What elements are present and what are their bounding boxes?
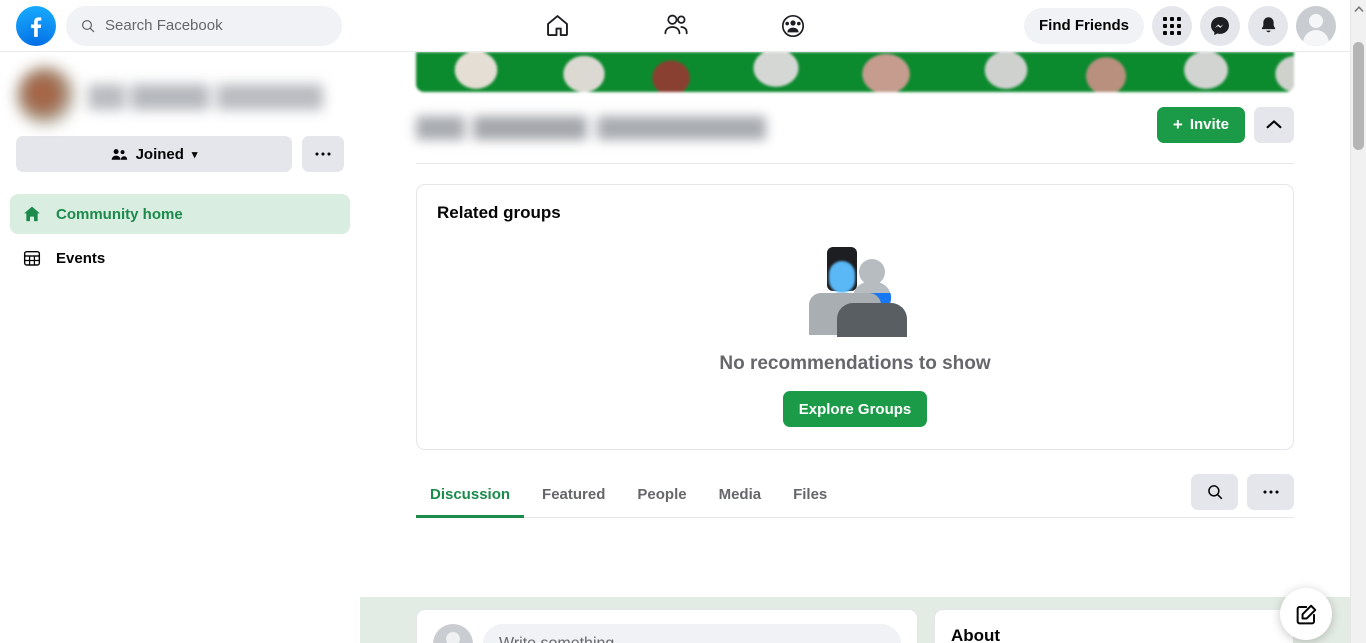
more-options-icon: [1262, 489, 1279, 494]
tab-list: Discussion Featured People Media Files: [416, 472, 841, 518]
membership-actions: Joined ▾: [10, 134, 350, 172]
post-composer-card: Write something...: [416, 609, 918, 643]
bell-icon: [1261, 17, 1275, 33]
group-avatar[interactable]: [16, 66, 76, 126]
search-input[interactable]: Search Facebook: [66, 5, 342, 46]
search-icon: [1207, 484, 1222, 499]
joined-dropdown-button[interactable]: Joined ▾: [16, 136, 292, 172]
chevron-down-icon: ▾: [191, 148, 198, 161]
scroll-up-arrow[interactable]: [1354, 4, 1364, 14]
friends-icon: [663, 14, 688, 35]
tab-media[interactable]: Media: [705, 472, 776, 518]
invite-label: Invite: [1189, 116, 1229, 133]
group-members-icon: [111, 148, 127, 160]
group-search-button[interactable]: [1191, 473, 1238, 510]
invite-button[interactable]: + Invite: [1156, 106, 1245, 143]
notifications-button[interactable]: [1248, 5, 1288, 46]
compose-icon: [1296, 604, 1316, 624]
groups-icon: [781, 14, 805, 37]
group-tab-more-button[interactable]: [1247, 473, 1294, 510]
sidebar-item-community-home[interactable]: Community home: [10, 194, 350, 234]
group-feed-area: Write something... About This is a group…: [360, 597, 1350, 643]
messenger-button[interactable]: [1200, 5, 1240, 46]
more-options-icon: [315, 152, 331, 156]
feed-columns: Write something... About This is a group…: [360, 609, 1350, 643]
empty-state-text: No recommendations to show: [719, 353, 991, 374]
about-title: About: [951, 626, 1001, 643]
composer-row: Write something...: [433, 624, 901, 643]
sidebar-item-events[interactable]: Events: [10, 238, 350, 278]
search-icon: [81, 19, 95, 32]
nav-home[interactable]: [531, 5, 583, 47]
group-main-content: + Invite Related groups No recommendatio…: [360, 52, 1350, 643]
group-title-row: + Invite: [416, 92, 1294, 164]
two-people-illustration: [807, 245, 907, 337]
sidebar-item-label: Events: [56, 249, 106, 267]
group-sidebar: Joined ▾ Community home Events: [0, 52, 360, 643]
home-icon: [546, 15, 568, 37]
group-more-options-button[interactable]: [302, 136, 344, 172]
header-right-actions: Find Friends: [1024, 5, 1336, 46]
tab-files[interactable]: Files: [779, 472, 841, 518]
plus-icon: +: [1172, 114, 1183, 134]
related-groups-empty-state: No recommendations to show Explore Group…: [437, 223, 1273, 427]
tab-bar-actions: [1191, 473, 1294, 516]
group-title-redacted: [416, 115, 766, 140]
about-card: About This is a group where coin collect…: [934, 609, 1294, 643]
top-navigation-bar: Search Facebook Find Friends: [0, 0, 1350, 52]
grid-menu-icon: [1163, 16, 1181, 35]
sidebar-item-label: Community home: [56, 205, 183, 223]
menu-button[interactable]: [1152, 5, 1192, 46]
nav-groups[interactable]: [767, 5, 819, 47]
explore-groups-button[interactable]: Explore Groups: [782, 391, 928, 427]
nav-friends[interactable]: [649, 5, 701, 47]
facebook-logo[interactable]: [16, 5, 56, 46]
group-cover-photo[interactable]: [416, 52, 1294, 92]
sidebar-nav: Community home Events: [10, 194, 350, 278]
search-placeholder: Search Facebook: [105, 17, 223, 34]
account-avatar[interactable]: [1296, 5, 1336, 46]
related-groups-title: Related groups: [437, 203, 561, 222]
home-icon: [24, 206, 40, 222]
collapse-header-button[interactable]: [1254, 106, 1294, 143]
sidebar-group-header: [10, 52, 350, 134]
floating-compose-button[interactable]: [1280, 588, 1332, 640]
find-friends-button[interactable]: Find Friends: [1024, 7, 1144, 44]
calendar-icon: [23, 250, 41, 266]
tab-featured[interactable]: Featured: [528, 472, 619, 518]
group-title-actions: + Invite: [1156, 106, 1294, 143]
tab-people[interactable]: People: [623, 472, 700, 518]
page-scrollbar[interactable]: [1350, 0, 1366, 643]
messenger-icon: [1211, 16, 1229, 35]
joined-label: Joined: [135, 145, 184, 163]
related-groups-card: Related groups No recommendations to sho…: [416, 184, 1294, 450]
group-tab-bar: Discussion Featured People Media Files: [416, 472, 1294, 518]
scrollbar-thumb[interactable]: [1353, 42, 1364, 150]
user-avatar[interactable]: [433, 624, 473, 643]
chevron-up-icon: [1266, 120, 1282, 129]
group-name-redacted: [88, 84, 344, 110]
tab-discussion[interactable]: Discussion: [416, 472, 525, 518]
write-something-input[interactable]: Write something...: [483, 624, 901, 643]
